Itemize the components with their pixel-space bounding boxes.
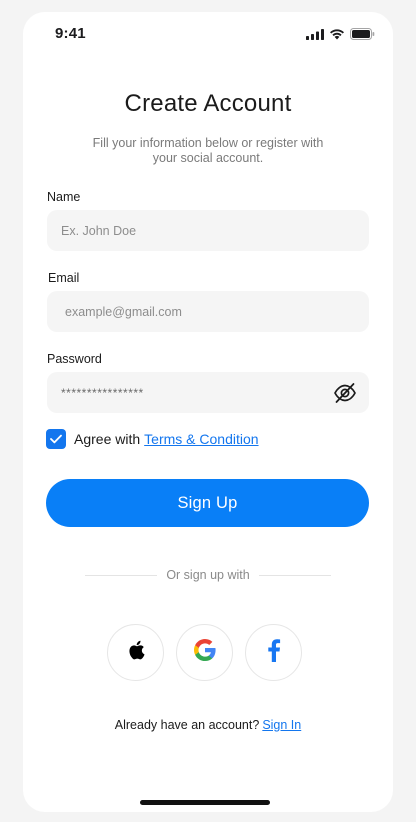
email-input[interactable]: example@gmail.com — [47, 291, 369, 332]
password-value: **************** — [61, 385, 144, 400]
password-input[interactable]: **************** — [47, 372, 369, 413]
sign-in-prompt: Already have an account? Sign In — [23, 718, 393, 732]
apple-signin-button[interactable] — [107, 624, 164, 681]
google-signin-button[interactable] — [176, 624, 233, 681]
email-placeholder: example@gmail.com — [65, 304, 182, 319]
sign-up-button[interactable]: Sign Up — [46, 479, 369, 527]
sign-in-prompt-text: Already have an account? — [114, 718, 260, 732]
name-placeholder: Ex. John Doe — [61, 223, 137, 238]
status-time: 9:41 — [55, 25, 86, 42]
name-label: Name — [47, 190, 81, 204]
agree-checkbox[interactable] — [46, 429, 66, 449]
status-bar: 9:41 — [23, 12, 393, 56]
terms-link[interactable]: Terms & Condition — [144, 431, 258, 447]
terms-agreement: Agree with Terms & Condition — [46, 429, 259, 449]
page-subtitle: Fill your information below or register … — [92, 136, 324, 165]
divider-line-left — [85, 574, 158, 576]
email-label: Email — [48, 271, 80, 285]
wifi-icon — [329, 27, 345, 45]
social-divider: Or sign up with — [85, 568, 331, 582]
home-indicator — [140, 800, 270, 805]
password-label: Password — [47, 352, 102, 366]
divider-line-right — [258, 574, 331, 576]
name-input[interactable]: Ex. John Doe — [47, 210, 369, 251]
facebook-signin-button[interactable] — [245, 624, 302, 681]
check-icon — [50, 434, 62, 444]
google-icon — [193, 638, 217, 667]
apple-icon — [126, 639, 146, 666]
page-title: Create Account — [124, 90, 292, 117]
sign-in-link[interactable]: Sign In — [262, 718, 301, 732]
eye-off-icon[interactable] — [333, 381, 357, 405]
battery-icon — [350, 27, 375, 45]
signal-icon — [306, 27, 324, 45]
phone-screen: 9:41 Create Account Fill your informatio… — [23, 12, 393, 812]
agree-text: Agree with — [74, 431, 141, 447]
social-buttons — [107, 624, 302, 681]
status-icons — [306, 27, 375, 45]
divider-text: Or sign up with — [166, 568, 250, 582]
facebook-icon — [267, 638, 281, 667]
